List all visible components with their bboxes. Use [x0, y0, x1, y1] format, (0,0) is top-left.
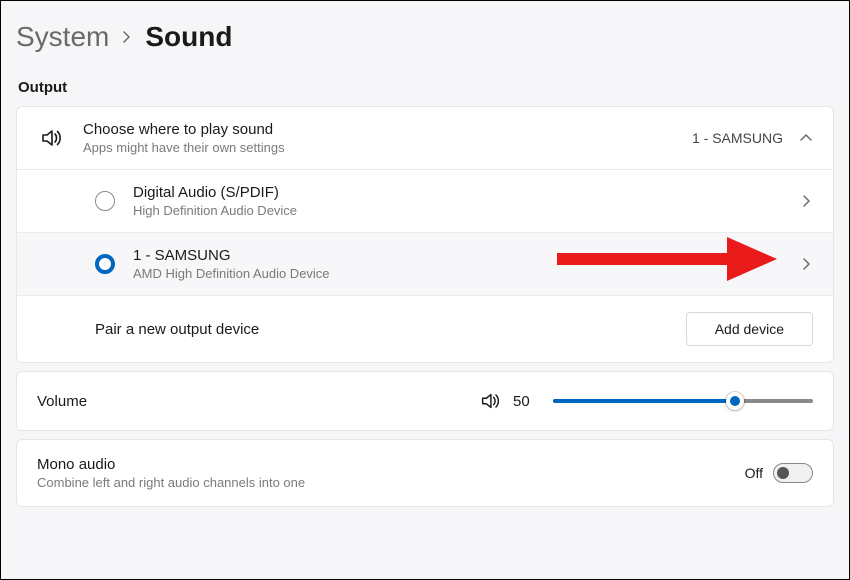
chevron-right-icon[interactable] [799, 257, 813, 271]
volume-value: 50 [513, 393, 541, 410]
mono-audio-subtitle: Combine left and right audio channels in… [37, 475, 745, 490]
breadcrumb-parent[interactable]: System [16, 21, 109, 53]
radio-unselected-icon[interactable] [95, 191, 115, 211]
output-section-label: Output [18, 79, 834, 96]
choose-output-row[interactable]: Choose where to play sound Apps might ha… [17, 107, 833, 169]
volume-label: Volume [37, 393, 467, 410]
pair-device-row: Pair a new output device Add device [17, 295, 833, 362]
slider-thumb[interactable] [726, 392, 744, 410]
device-sub: High Definition Audio Device [133, 203, 781, 218]
volume-slider[interactable] [553, 391, 813, 411]
volume-row: Volume 50 [17, 372, 833, 430]
mono-audio-title: Mono audio [37, 456, 745, 473]
chevron-right-icon[interactable] [799, 194, 813, 208]
output-device-option[interactable]: Digital Audio (S/PDIF) High Definition A… [17, 169, 833, 232]
device-sub: AMD High Definition Audio Device [133, 266, 781, 281]
output-device-card: Choose where to play sound Apps might ha… [16, 106, 834, 363]
toggle-knob [777, 467, 789, 479]
mono-toggle-state-label: Off [745, 465, 763, 481]
pair-device-label: Pair a new output device [95, 321, 668, 338]
mono-audio-row[interactable]: Mono audio Combine left and right audio … [17, 440, 833, 506]
output-device-option[interactable]: 1 - SAMSUNG AMD High Definition Audio De… [17, 232, 833, 295]
chevron-right-icon [121, 27, 133, 48]
speaker-icon [37, 126, 65, 150]
slider-fill [553, 399, 735, 403]
speaker-icon[interactable] [479, 390, 501, 412]
breadcrumb: System Sound [16, 21, 834, 53]
add-device-button[interactable]: Add device [686, 312, 813, 346]
mono-toggle[interactable] [773, 463, 813, 483]
page-title: Sound [145, 21, 232, 53]
choose-output-title: Choose where to play sound [83, 121, 674, 138]
chevron-up-icon [799, 131, 813, 145]
volume-card: Volume 50 [16, 371, 834, 431]
device-name: 1 - SAMSUNG [133, 247, 781, 264]
choose-output-subtitle: Apps might have their own settings [83, 140, 674, 155]
device-name: Digital Audio (S/PDIF) [133, 184, 781, 201]
radio-selected-icon[interactable] [95, 254, 115, 274]
current-output-device-label: 1 - SAMSUNG [692, 130, 783, 146]
mono-audio-card: Mono audio Combine left and right audio … [16, 439, 834, 507]
